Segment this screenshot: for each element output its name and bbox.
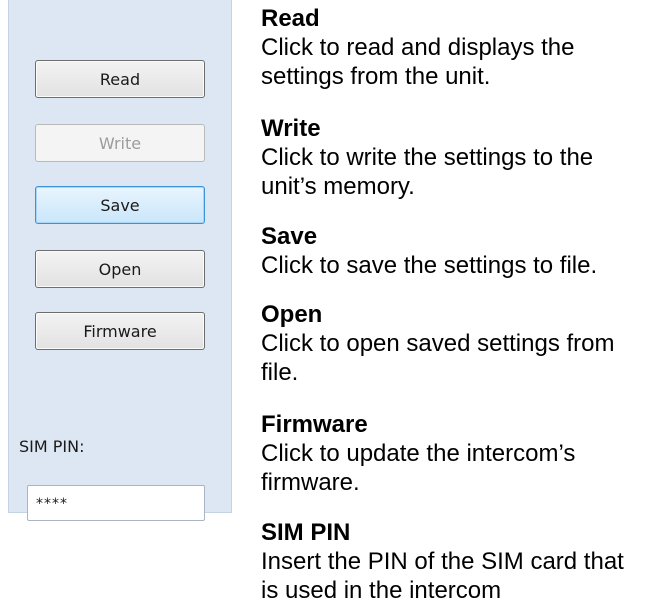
description-line: Click to open saved settings from [261, 330, 615, 357]
firmware-button[interactable]: Firmware [35, 312, 205, 350]
sim-pin-input[interactable]: **** [27, 485, 205, 521]
description-title: SIM PIN [261, 519, 351, 546]
description-line: Click to read and displays the [261, 34, 575, 61]
description-line: Click to update the intercom’s [261, 440, 576, 467]
description-title: Save [261, 223, 318, 250]
description-title: Firmware [261, 411, 368, 438]
description-title: Read [261, 5, 320, 32]
description-title: Open [261, 301, 323, 328]
save-description: Save Click to save the settings to file. [261, 222, 661, 280]
description-line: unit’s memory. [261, 173, 415, 200]
description-line: is used in the intercom [261, 577, 502, 604]
description-line: Click to write the settings to the [261, 144, 594, 171]
open-button[interactable]: Open [35, 250, 205, 288]
sim-pin-label: SIM PIN: [19, 437, 85, 456]
description-line: settings from the unit. [261, 63, 491, 90]
save-button[interactable]: Save [35, 186, 205, 224]
description-title: Write [261, 115, 321, 142]
read-button[interactable]: Read [35, 60, 205, 98]
description-line: Insert the PIN of the SIM card that [261, 548, 624, 575]
description-line: firmware. [261, 469, 360, 496]
read-description: Read Click to read and displays the sett… [261, 4, 661, 91]
sim-pin-description: SIM PIN Insert the PIN of the SIM card t… [261, 518, 661, 605]
open-description: Open Click to open saved settings from f… [261, 300, 661, 387]
description-line: Click to save the settings to file. [261, 252, 598, 279]
description-line: file. [261, 359, 299, 386]
firmware-description: Firmware Click to update the intercom’s … [261, 410, 661, 497]
write-description: Write Click to write the settings to the… [261, 114, 661, 201]
write-button[interactable]: Write [35, 124, 205, 162]
settings-panel: Read Write Save Open Firmware SIM PIN: *… [8, 0, 232, 521]
